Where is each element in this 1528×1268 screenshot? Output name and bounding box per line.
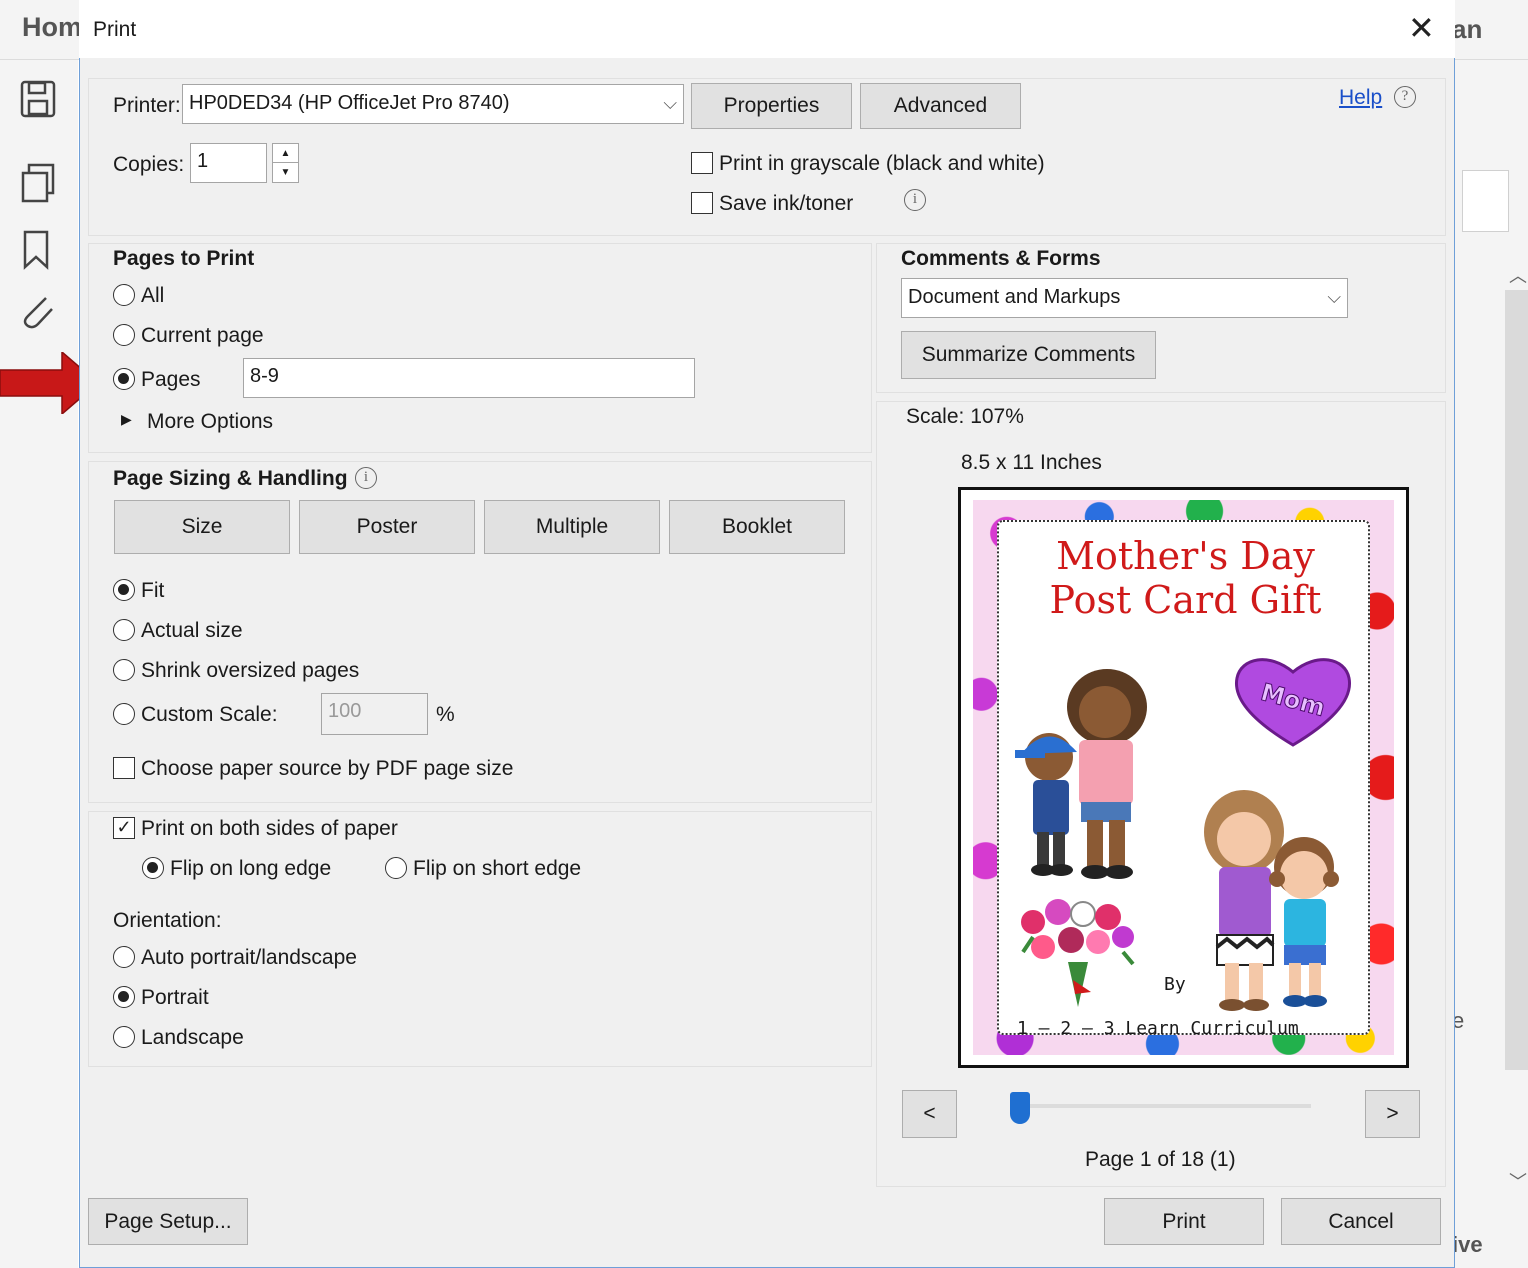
save-ink-label: Save ink/toner <box>719 192 854 215</box>
radio-portrait-label: Portrait <box>141 986 209 1009</box>
radio-auto-orientation[interactable] <box>113 946 135 968</box>
bookmark-icon[interactable] <box>22 230 50 270</box>
copies-stepper[interactable]: ▲ ▼ <box>272 143 299 183</box>
preview-card-image: Mother's Day Post Card Gift Mom By 1 – 2… <box>973 500 1394 1055</box>
help-icon[interactable]: ? <box>1394 86 1416 108</box>
grayscale-checkbox[interactable] <box>691 152 713 174</box>
custom-scale-input[interactable]: 100 <box>321 693 428 735</box>
radio-landscape-label: Landscape <box>141 1026 244 1049</box>
scale-readout: Scale: 107% <box>906 405 1024 428</box>
paper-size-readout: 8.5 x 11 Inches <box>961 451 1102 474</box>
radio-current-page[interactable] <box>113 324 135 346</box>
duplex-checkbox[interactable]: ✓ <box>113 817 135 839</box>
printer-select[interactable]: HP0DED34 (HP OfficeJet Pro 8740) ⌵ <box>182 84 684 124</box>
printer-value: HP0DED34 (HP OfficeJet Pro 8740) <box>189 92 510 114</box>
prev-page-button[interactable]: < <box>902 1090 957 1138</box>
copies-input[interactable]: 1 <box>190 143 267 183</box>
next-page-button[interactable]: > <box>1365 1090 1420 1138</box>
radio-actual-size-label: Actual size <box>141 619 243 642</box>
background-tab-fragment[interactable]: an <box>1452 14 1482 45</box>
more-options-toggle[interactable]: More Options <box>147 410 273 434</box>
radio-all-label: All <box>141 284 165 307</box>
save-icon[interactable] <box>20 80 56 118</box>
radio-custom-scale-label: Custom Scale: <box>141 703 278 726</box>
page-setup-button[interactable]: Page Setup... <box>88 1198 248 1245</box>
stepper-down-icon[interactable]: ▼ <box>273 163 298 182</box>
properties-button[interactable]: Properties <box>691 83 852 129</box>
tab-multiple[interactable]: Multiple <box>484 500 660 554</box>
dialog-title: Print <box>93 18 137 41</box>
page-indicator: Page 1 of 18 (1) <box>1085 1148 1236 1171</box>
radio-current-page-label: Current page <box>141 324 264 347</box>
mother-son-illustration-icon <box>1015 669 1147 879</box>
info-icon[interactable]: i <box>904 189 926 211</box>
comments-forms-value: Document and Markups <box>908 286 1121 308</box>
radio-actual-size[interactable] <box>113 619 135 641</box>
chevron-down-icon: ⌵ <box>663 93 677 113</box>
background-scrollbar[interactable] <box>1505 290 1528 1070</box>
radio-auto-orientation-label: Auto portrait/landscape <box>141 946 357 969</box>
radio-pages[interactable] <box>113 368 135 390</box>
tab-poster[interactable]: Poster <box>299 500 475 554</box>
radio-shrink-label: Shrink oversized pages <box>141 659 360 682</box>
radio-flip-short-edge[interactable] <box>385 857 407 879</box>
background-text-fragment: ive <box>1452 1232 1483 1257</box>
radio-custom-scale[interactable] <box>113 703 135 725</box>
radio-pages-label: Pages <box>141 368 201 391</box>
page-slider-track[interactable] <box>1018 1104 1311 1108</box>
pages-range-input[interactable]: 8-9 <box>243 358 695 398</box>
card-author-text: 1 – 2 – 3 Learn Curriculum <box>1017 1018 1299 1039</box>
print-button[interactable]: Print <box>1104 1198 1264 1245</box>
radio-fit-label: Fit <box>141 579 165 602</box>
preview-card-body: Mother's Day Post Card Gift Mom By 1 – 2… <box>997 520 1370 1039</box>
radio-all[interactable] <box>113 284 135 306</box>
scroll-up-icon[interactable]: ︿ <box>1509 262 1527 288</box>
dialog-titlebar <box>79 0 1455 58</box>
paper-source-checkbox[interactable] <box>113 757 135 779</box>
radio-fit[interactable] <box>113 579 135 601</box>
card-title-line2: Post Card Gift <box>1049 578 1322 622</box>
cancel-button[interactable]: Cancel <box>1281 1198 1441 1245</box>
copies-label: Copies: <box>113 153 185 176</box>
stepper-up-icon[interactable]: ▲ <box>273 144 298 163</box>
chevron-down-icon: ⌵ <box>1327 287 1341 307</box>
comments-forms-heading: Comments & Forms <box>901 247 1101 270</box>
radio-shrink[interactable] <box>113 659 135 681</box>
page-sizing-heading: Page Sizing & Handling <box>113 467 348 490</box>
help-link[interactable]: Help <box>1339 86 1382 110</box>
info-icon[interactable]: i <box>355 467 377 489</box>
paper-source-label: Choose paper source by PDF page size <box>141 757 514 780</box>
radio-flip-long-edge[interactable] <box>142 857 164 879</box>
pages-to-print-heading: Pages to Print <box>113 247 255 270</box>
close-icon[interactable]: ✕ <box>1408 10 1435 46</box>
duplex-label: Print on both sides of paper <box>141 817 398 840</box>
radio-landscape[interactable] <box>113 1026 135 1048</box>
orientation-label: Orientation: <box>113 909 222 932</box>
percent-label: % <box>436 703 455 726</box>
tab-booklet[interactable]: Booklet <box>669 500 845 554</box>
pages-icon[interactable] <box>20 163 56 205</box>
mother-daughter-illustration-icon <box>1204 790 1339 1011</box>
tab-size[interactable]: Size <box>114 500 290 554</box>
radio-flip-long-edge-label: Flip on long edge <box>170 857 332 880</box>
radio-portrait[interactable] <box>113 986 135 1008</box>
summarize-comments-button[interactable]: Summarize Comments <box>901 331 1156 379</box>
radio-flip-short-edge-label: Flip on short edge <box>413 857 582 880</box>
print-preview: Mother's Day Post Card Gift Mom By 1 – 2… <box>958 487 1409 1068</box>
attachment-icon[interactable] <box>16 290 56 332</box>
card-title-line1: Mother's Day <box>1056 534 1315 578</box>
expand-triangle-icon[interactable]: ▶ <box>121 411 132 428</box>
printer-label: Printer: <box>113 94 181 117</box>
page-slider-thumb[interactable] <box>1010 1092 1030 1124</box>
flower-bouquet-icon <box>1021 899 1135 1007</box>
save-ink-checkbox[interactable] <box>691 192 713 214</box>
comments-forms-select[interactable]: Document and Markups ⌵ <box>901 278 1348 318</box>
background-panel-field <box>1462 170 1509 232</box>
home-tab[interactable]: Hom <box>22 12 82 43</box>
scroll-down-icon[interactable]: ﹀ <box>1509 1168 1527 1194</box>
heart-icon: Mom <box>1234 658 1352 747</box>
grayscale-label: Print in grayscale (black and white) <box>719 152 1045 175</box>
card-by-text: By <box>1164 974 1186 995</box>
advanced-button[interactable]: Advanced <box>860 83 1021 129</box>
